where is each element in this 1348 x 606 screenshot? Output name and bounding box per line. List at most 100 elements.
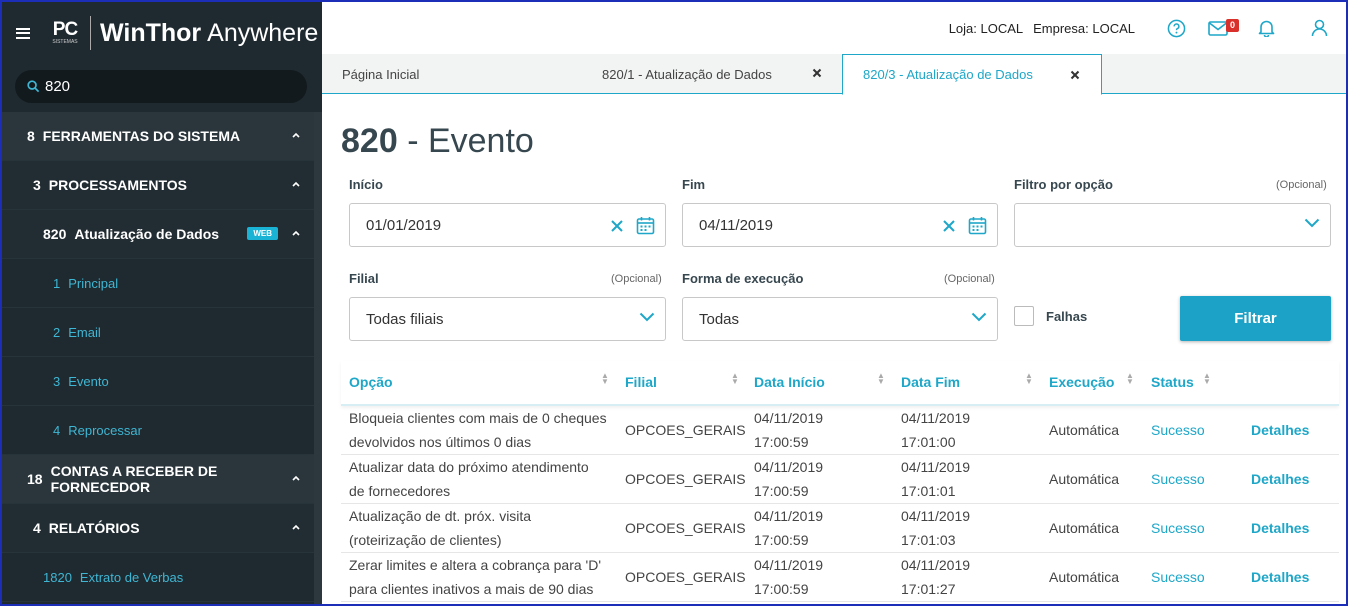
chevron-up-icon[interactable] [290,178,302,190]
sidebar: PC SISTEMAS WinThor Anywhere 8 FERRAMENT… [2,2,322,604]
sort-icon[interactable]: ▲ ▼ [1025,372,1033,386]
calendar-icon[interactable] [968,216,987,235]
menu-item-relatorios[interactable]: 4 RELATÓRIOS [2,504,314,553]
cell-execucao: Automática [1049,569,1120,585]
search-box[interactable] [15,70,307,103]
menu-item-extrato-verbas[interactable]: 1820 Extrato de Verbas [2,553,314,602]
menu-item-ferramentas[interactable]: 8 FERRAMENTAS DO SISTEMA [2,112,314,161]
menu-item-principal[interactable]: 1 Principal [2,259,314,308]
filial-select[interactable]: Todas filiais [349,297,666,341]
detalhes-link[interactable]: Detalhes [1251,418,1309,442]
loja-info: Loja: LOCAL [948,20,1024,36]
cell-opcao: Atualização de dt. próx. visita (roteiriz… [349,504,531,552]
tab-bar: Página Inicial 820/1 - Atualização de Da… [322,54,1346,95]
bell-icon[interactable] [1258,19,1275,37]
menu-item-number: 1 [53,275,61,291]
cell-text: 17:00:59 [754,581,809,597]
menu-item-reprocessar[interactable]: 4 Reprocessar [2,406,314,455]
cell-execucao: Automática [1049,422,1120,438]
menu-item-number: 3 [53,373,61,389]
mail-icon[interactable]: 0 [1208,18,1239,36]
falhas-label: Falhas [1046,309,1088,324]
menu-item-number: 8 [27,128,35,144]
calendar-icon[interactable] [636,216,655,235]
filial-value: Todas filiais [366,310,444,328]
logo-bar: PC SISTEMAS WinThor Anywhere [2,2,322,64]
inicio-date-value: 01/01/2019 [366,216,442,234]
column-header-status[interactable]: Status [1151,374,1194,390]
chevron-up-icon[interactable] [290,521,302,533]
cell-text: 04/11/2019 [754,557,824,573]
cell-filial: OPCOES_GERAIS [625,569,746,585]
menu-item-label: Extrato de Verbas [79,569,184,585]
column-header-data-fim[interactable]: Data Fim [901,374,960,390]
filtrar-button[interactable]: Filtrar [1180,296,1331,341]
detalhes-link[interactable]: Detalhes [1251,467,1309,491]
cell-data-fim: 04/11/2019 17:01:00 [901,406,970,454]
sort-icon[interactable]: ▲ ▼ [1126,372,1134,386]
tab-820-1[interactable]: 820/1 - Atualização de Dados [602,54,822,94]
search-input[interactable] [45,78,285,95]
pc-logo: PC SISTEMAS [48,16,82,50]
forma-execucao-select[interactable]: Todas [682,297,998,341]
close-icon[interactable] [812,68,822,78]
column-header-filial[interactable]: Filial [625,374,657,390]
sidebar-scrollbar[interactable] [314,112,322,604]
menu-item-number: 18 [27,471,43,487]
filtro-optional: (Opcional) [1276,179,1327,191]
menu-item-processamentos[interactable]: 3 PROCESSAMENTOS [2,161,314,210]
fim-date-field[interactable]: 04/11/2019 [682,203,998,247]
cell-text: Zerar limites e altera a cobrança para '… [349,557,602,573]
tab-820-3[interactable]: 820/3 - Atualização de Dados [842,54,1102,95]
column-header-data-inicio[interactable]: Data Início [754,374,825,390]
menu-item-atualizacao-dados[interactable]: 820 Atualização de Dados WEB [2,210,314,259]
hamburger-menu-icon[interactable] [16,27,30,39]
chevron-up-icon[interactable] [290,129,302,141]
menu-item-number: 820 [43,226,67,242]
filtro-select[interactable] [1014,203,1331,247]
clear-icon[interactable] [942,219,956,233]
user-icon[interactable] [1311,19,1328,37]
sort-icon[interactable]: ▲ ▼ [601,372,609,386]
app-window: PC SISTEMAS WinThor Anywhere 8 FERRAMENT… [0,0,1348,606]
sort-icon[interactable]: ▲ ▼ [877,372,885,386]
menu-item-label: CONTAS A RECEBER DE FORNECEDOR [50,463,218,495]
chevron-up-icon[interactable] [290,227,302,239]
tab-pagina-inicial[interactable]: Página Inicial [342,54,582,94]
cell-data-inicio: 04/11/2019 17:00:59 [754,553,823,601]
chevron-down-icon [1304,218,1320,228]
menu-item-email[interactable]: 2 Email [2,308,314,357]
cell-filial: OPCOES_GERAIS [625,471,746,487]
cell-text: devolvidos nos últimos 0 dias [349,434,532,450]
menu-item-label: Evento [68,373,109,389]
page-title-number: 820 [341,122,398,160]
fim-date-value: 04/11/2019 [699,216,773,234]
falhas-checkbox[interactable] [1014,306,1034,326]
menu-item-label: Principal [68,275,119,291]
help-icon[interactable] [1167,19,1186,38]
cell-filial: OPCOES_GERAIS [625,422,746,438]
cell-data-inicio: 04/11/2019 17:00:59 [754,504,823,552]
menu-item-contas-receber[interactable]: 18 CONTAS A RECEBER DE FORNECEDOR [2,455,314,504]
cell-text: 04/11/2019 [754,410,824,426]
chevron-up-icon[interactable] [290,472,302,484]
menu-item-evento[interactable]: 3 Evento [2,357,314,406]
table-row: Atualizar data do próximo atendimento de … [341,455,1339,504]
menu-item-number: 4 [53,422,61,438]
sort-icon[interactable]: ▲ ▼ [731,372,739,386]
column-header-opcao[interactable]: Opção [349,374,393,390]
table-row: Atualização de dt. próx. visita (roteiriz… [341,504,1339,553]
menu-item-label: Atualização de Dados [74,226,220,242]
page-title-text: - Evento [407,122,534,160]
cell-text: de fornecedores [349,483,451,499]
sort-icon[interactable]: ▲ ▼ [1203,372,1211,386]
column-header-execucao[interactable]: Execução [1049,374,1114,390]
web-badge: WEB [247,227,278,240]
clear-icon[interactable] [610,219,624,233]
brand-name: WinThor [100,18,202,47]
chevron-down-icon [971,312,987,322]
detalhes-link[interactable]: Detalhes [1251,516,1309,540]
detalhes-link[interactable]: Detalhes [1251,565,1309,589]
inicio-date-field[interactable]: 01/01/2019 [349,203,666,247]
close-icon[interactable] [1070,70,1080,80]
